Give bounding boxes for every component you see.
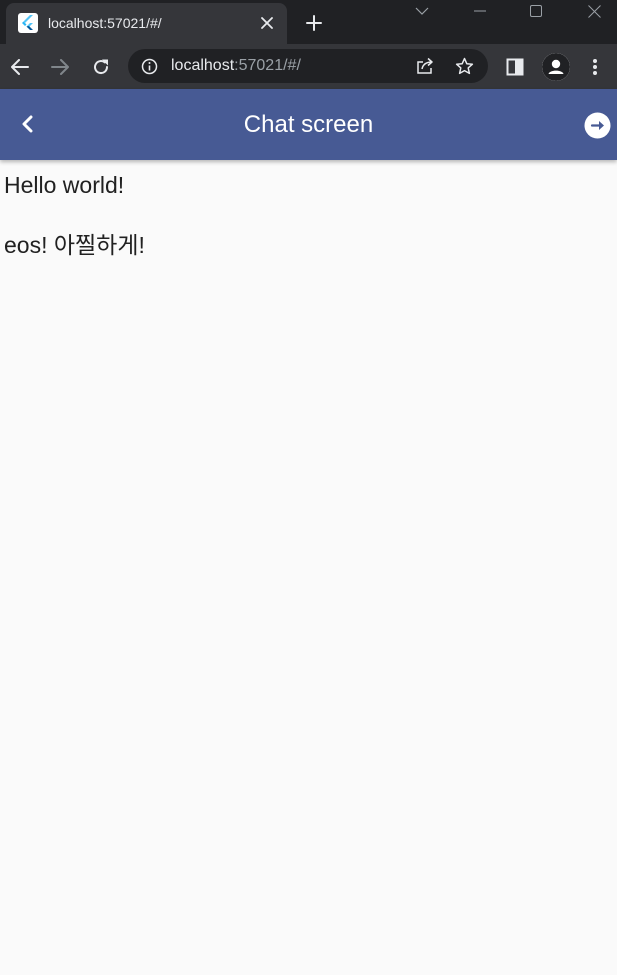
side-panel-icon[interactable]	[500, 52, 530, 82]
url-text[interactable]: localhost:57021/#/	[171, 49, 301, 83]
chat-message: eos! 아찔하게!	[4, 232, 145, 258]
person-icon[interactable]	[542, 53, 570, 81]
page-title: Chat screen	[243, 111, 374, 138]
arrow-circle-right-icon[interactable]	[584, 112, 611, 139]
reload-icon[interactable]	[86, 52, 116, 82]
browser-toolbar: localhost:57021/#/	[0, 44, 617, 89]
tab-search-icon[interactable]	[402, 0, 442, 22]
arrow-left-icon[interactable]	[5, 52, 35, 82]
url-host: localhost	[171, 57, 235, 74]
arrow-right-icon[interactable]	[45, 52, 75, 82]
star-icon[interactable]	[452, 55, 476, 77]
kebab-menu-icon[interactable]	[580, 52, 610, 82]
info-icon[interactable]	[140, 57, 158, 75]
browser-tab[interactable]: localhost:57021/#/	[6, 3, 287, 44]
close-tab-icon[interactable]	[256, 12, 278, 34]
browser-tab-strip: localhost:57021/#/	[0, 0, 617, 44]
app-bar: Chat screen	[0, 89, 617, 160]
url-path: :57021/#/	[234, 57, 301, 74]
flutter-icon	[18, 13, 38, 33]
maximize-icon[interactable]	[516, 0, 556, 22]
close-window-icon[interactable]	[574, 0, 614, 22]
new-tab-icon[interactable]	[300, 9, 328, 37]
address-bar[interactable]: localhost:57021/#/	[128, 49, 488, 83]
share-icon[interactable]	[413, 55, 437, 77]
chat-message: Hello world!	[4, 172, 125, 198]
chevron-left-icon[interactable]	[10, 106, 46, 142]
minimize-icon[interactable]	[460, 0, 500, 22]
tab-title: localhost:57021/#/	[48, 15, 162, 31]
